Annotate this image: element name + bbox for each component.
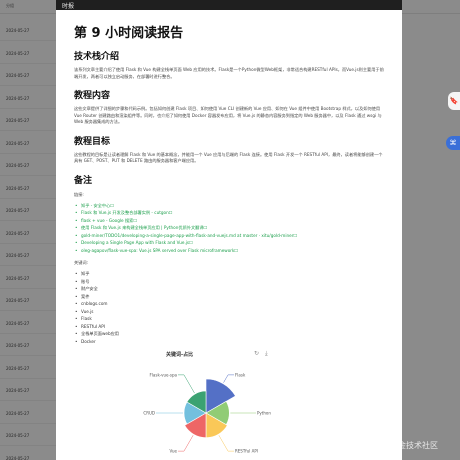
report-title: 第 9 小时阅读报告 (74, 26, 184, 41)
modal-header-title: 时报 (62, 3, 75, 10)
rose-label: CRUD (143, 411, 155, 416)
rose-chart-svg: Flask Python RESTful API Vue CRUD Flask-vue-s… (143, 372, 271, 454)
command-icon[interactable]: ⌘ (446, 136, 460, 150)
modal-body: 第 9 小时阅读报告 技术栈介绍 该系列文章主要介绍了使用 Flask 和 Vu… (56, 10, 402, 460)
link-item[interactable]: 使用 Flask 和 Vue.js 来构建全栈单页应用 | Python优质外文… (74, 224, 384, 232)
rose-label: Flask (235, 372, 246, 377)
rose-leader-line (223, 374, 234, 383)
keyword-item: 财产安全 (74, 285, 384, 293)
keyword-item: cnblogs.com (74, 300, 384, 308)
section-text-tech: 该系列文章主要介绍了使用 Flask 和 Vue 构建全栈单页面 Web 应用的… (74, 67, 384, 79)
section-heading-goals: 教程目标 (74, 136, 111, 147)
link-item[interactable]: flask + vue - Google 搜索☐ (74, 217, 384, 225)
refresh-icon[interactable]: ↻ (254, 350, 259, 357)
keyword-share-chart: 关键词-占比 ↻ ⤓ Flask Python RESTful API Vue CRUD… (126, 350, 286, 460)
chart-toolbar: ↻ ⤓ (254, 350, 272, 358)
keyword-item: Flask (74, 315, 384, 323)
modal-header: 时报 (56, 0, 402, 10)
rose-leader-line (178, 374, 195, 394)
link-item[interactable]: Developing a Single Page App with Flask … (74, 239, 384, 247)
keywords-list: 知乎 账号 财产安全 案件 cnblogs.com Vue.js Flask R… (74, 270, 384, 345)
rose-label: RESTful API (235, 449, 258, 454)
chart-title: 关键词-占比 (166, 352, 194, 358)
rose-label: Flask-vue-spa (150, 372, 178, 377)
links-label: 链接: (74, 191, 84, 197)
link-item[interactable]: 知乎 - 安全中心☐ (74, 202, 384, 210)
keyword-item: Docker (74, 338, 384, 346)
keyword-item: Vue.js (74, 308, 384, 316)
keyword-item: 知乎 (74, 270, 384, 278)
rose-label: Vue (170, 449, 178, 454)
keyword-item: RESTful API (74, 323, 384, 331)
rose-leader-line (218, 435, 234, 452)
watermark: @稀土掘金技术社区 (366, 441, 438, 450)
section-heading-tech: 技术栈介绍 (74, 52, 120, 62)
report-modal: 时报 第 9 小时阅读报告 技术栈介绍 该系列文章主要介绍了使用 Flask 和… (56, 0, 402, 460)
keyword-item: 全栈单页面web应用 (74, 330, 384, 338)
rose-leader-line (178, 435, 194, 452)
link-item[interactable]: gold-miner/TODO1/developing-a-single-pag… (74, 232, 384, 240)
keyword-item: 案件 (74, 293, 384, 301)
download-icon[interactable]: ⤓ (265, 350, 268, 357)
section-heading-notes: 备注 (74, 175, 93, 186)
keyword-item: 账号 (74, 278, 384, 286)
bookmark-icon[interactable]: 🔖 (448, 92, 460, 110)
link-item[interactable]: Flask 和 Vue.js 开发及整合部署实例 - cutgon☐ (74, 209, 384, 217)
section-text-goals: 这些教程的目标是让读者理解 Flask 和 Vue 的基本概念，并能用一个 Vu… (74, 151, 383, 164)
keywords-label: 关键词: (74, 260, 88, 265)
links-list: 知乎 - 安全中心☐ Flask 和 Vue.js 开发及整合部署实例 - cu… (74, 202, 384, 255)
link-item[interactable]: oleg-agapov/flask-vue-spa: Vue.js SPA se… (74, 247, 384, 255)
rose-label: Python (257, 411, 271, 416)
section-text-content: 这些文章提供了详细的步骤和代码示例。包括如何创建 Flask 项目、如何使用 V… (74, 106, 382, 124)
section-heading-content: 教程内容 (74, 91, 111, 101)
